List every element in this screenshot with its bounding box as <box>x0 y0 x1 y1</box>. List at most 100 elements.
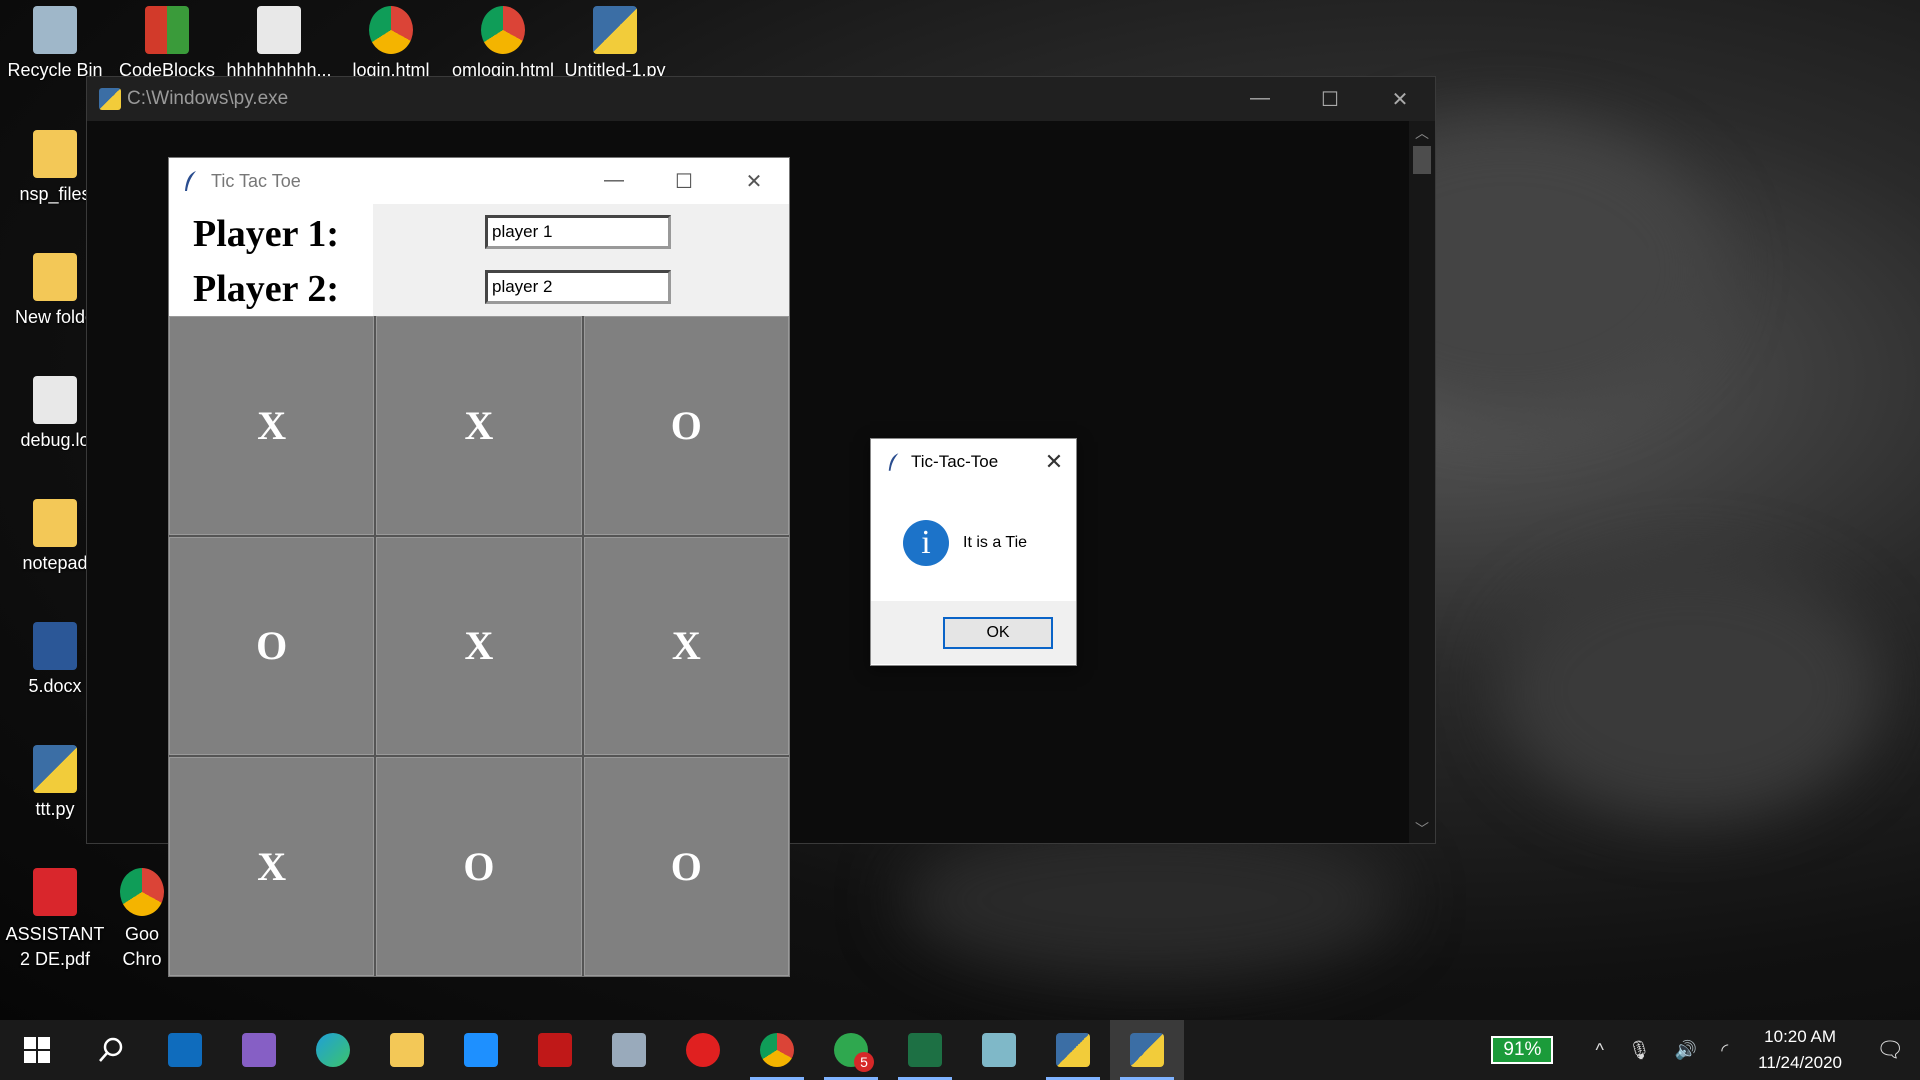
taskbar: 5 91% ^ 🎙 🔊 ◜ 10:20 AM 11/24/2020 🗨 <box>0 1020 1920 1080</box>
edge-icon <box>316 1033 350 1067</box>
taskbar-chrome[interactable] <box>740 1020 814 1080</box>
scroll-down-icon[interactable]: ﹀ <box>1409 819 1435 839</box>
taskbar-python-app[interactable] <box>1110 1020 1184 1080</box>
ttt-titlebar[interactable]: Tic Tac Toe — ☐ ✕ <box>169 158 789 204</box>
clock[interactable]: 10:20 AM 11/24/2020 <box>1758 1024 1842 1076</box>
info-icon: i <box>903 520 949 566</box>
python-app-icon <box>1130 1033 1164 1067</box>
mail-icon <box>168 1033 202 1067</box>
close-button[interactable]: ✕ <box>1032 449 1076 475</box>
minimize-button[interactable]: — <box>1225 87 1295 112</box>
taskbar-visual-studio[interactable] <box>222 1020 296 1080</box>
desktop-icon-login-html[interactable]: login.html <box>336 6 446 81</box>
board-cell[interactable]: O <box>583 316 789 535</box>
dialog-body: i It is a Tie <box>871 485 1076 601</box>
dialog-message: It is a Tie <box>963 534 1028 551</box>
l-app-icon <box>464 1033 498 1067</box>
board-cell[interactable]: O <box>583 757 789 976</box>
notes-icon <box>982 1033 1016 1067</box>
wallpaper-shape <box>900 820 1400 980</box>
dialog-titlebar[interactable]: Tic-Tac-Toe ✕ <box>871 439 1076 485</box>
close-button[interactable]: ✕ <box>1365 87 1435 112</box>
battery-indicator[interactable]: 91% <box>1491 1036 1554 1064</box>
board-cell[interactable]: X <box>376 316 582 535</box>
start-button[interactable] <box>0 1020 74 1080</box>
taskbar-edge[interactable] <box>296 1020 370 1080</box>
python-launcher-icon <box>1056 1033 1090 1067</box>
volume-icon[interactable]: 🔊 <box>1675 1040 1697 1061</box>
visual-studio-icon <box>242 1033 276 1067</box>
feather-icon <box>888 453 899 471</box>
console-title: C:\Windows\py.exe <box>127 88 289 109</box>
desktop-icon-google-chrome[interactable]: Goo Chro <box>112 868 172 972</box>
search-button[interactable] <box>74 1020 148 1080</box>
python-app-icon <box>99 88 121 110</box>
taskbar-mcafee[interactable] <box>518 1020 592 1080</box>
file-explorer-icon <box>390 1033 424 1067</box>
scroll-up-icon[interactable]: ︿ <box>1409 123 1435 143</box>
taskbar-youtube-music[interactable] <box>666 1020 740 1080</box>
codeblocks-icon <box>145 6 189 54</box>
chrome-shortcut-icon <box>120 868 164 916</box>
notification-center-icon[interactable]: 🗨 <box>1860 1037 1920 1063</box>
board-cell[interactable]: X <box>169 757 375 976</box>
taskbar-python-launcher[interactable] <box>1036 1020 1110 1080</box>
tie-message-dialog[interactable]: Tic-Tac-Toe ✕ i It is a Tie OK <box>870 438 1077 666</box>
taskbar-notes[interactable] <box>962 1020 1036 1080</box>
chrome-icon <box>760 1033 794 1067</box>
desktop-icon-label: Goo Chro <box>122 924 162 969</box>
taskbar-laptop-app[interactable] <box>592 1020 666 1080</box>
game-board: X X O O X X X O O <box>169 316 789 976</box>
taskbar-whatsapp[interactable]: 5 <box>814 1020 888 1080</box>
console-titlebar[interactable]: C:\Windows\py.exe — ☐ ✕ <box>87 77 1435 121</box>
desktop-icon-assistant-pdf[interactable]: ASSISTANT 2 DE.pdf <box>0 868 110 972</box>
taskbar-mail[interactable] <box>148 1020 222 1080</box>
desktop-icon-recycle-bin[interactable]: Recycle Bin <box>0 6 110 81</box>
maximize-button[interactable]: ☐ <box>1295 87 1365 112</box>
text-file-icon <box>33 376 77 424</box>
dialog-footer: OK <box>871 601 1076 664</box>
player1-input[interactable] <box>485 215 671 249</box>
notification-badge: 5 <box>854 1052 874 1072</box>
ok-button[interactable]: OK <box>943 617 1053 649</box>
board-cell[interactable]: O <box>376 757 582 976</box>
player1-label: Player 1: <box>193 213 339 255</box>
console-scrollbar[interactable]: ︿ ﹀ <box>1409 121 1435 843</box>
python-file-icon <box>593 6 637 54</box>
board-cell[interactable]: O <box>169 536 375 756</box>
chevron-up-icon[interactable]: ^ <box>1595 1040 1603 1061</box>
mcafee-icon <box>538 1033 572 1067</box>
player2-input[interactable] <box>485 270 671 304</box>
desktop-icon-untitled-py[interactable]: Untitled-1.py <box>560 6 670 81</box>
desktop-icon-text-file[interactable]: hhhhhhhhh... <box>224 6 334 81</box>
feather-icon <box>185 171 196 191</box>
desktop-icon-omlogin-html[interactable]: omlogin.html <box>448 6 558 81</box>
wallpaper-shape <box>1500 560 1880 820</box>
taskbar-file-explorer[interactable] <box>370 1020 444 1080</box>
folder-icon <box>33 253 77 301</box>
tic-tac-toe-window[interactable]: Tic Tac Toe — ☐ ✕ Player 1: Player 2: X … <box>168 157 790 977</box>
maximize-button[interactable]: ☐ <box>649 169 719 194</box>
youtube-music-icon <box>686 1033 720 1067</box>
desktop-icon-codeblocks[interactable]: CodeBlocks <box>112 6 222 81</box>
board-cell[interactable]: X <box>376 536 582 756</box>
search-icon <box>99 1037 123 1062</box>
ttt-window-title: Tic Tac Toe <box>211 170 301 191</box>
close-button[interactable]: ✕ <box>719 169 789 194</box>
scrollbar-thumb[interactable] <box>1413 146 1431 174</box>
chrome-icon <box>369 6 413 54</box>
clock-time: 10:20 AM <box>1764 1027 1836 1046</box>
excel-icon <box>908 1033 942 1067</box>
folder-icon <box>33 499 77 547</box>
microphone-icon[interactable]: 🎙 <box>1628 1040 1651 1061</box>
taskbar-excel[interactable] <box>888 1020 962 1080</box>
minimize-button[interactable]: — <box>579 169 649 194</box>
board-cell[interactable]: X <box>169 316 375 535</box>
clock-date: 11/24/2020 <box>1758 1053 1842 1072</box>
folder-icon <box>33 130 77 178</box>
taskbar-l-app[interactable] <box>444 1020 518 1080</box>
text-file-icon <box>257 6 301 54</box>
board-cell[interactable]: X <box>583 536 789 756</box>
recycle-bin-icon <box>33 6 77 54</box>
wifi-icon[interactable]: ◜ <box>1721 1040 1728 1061</box>
